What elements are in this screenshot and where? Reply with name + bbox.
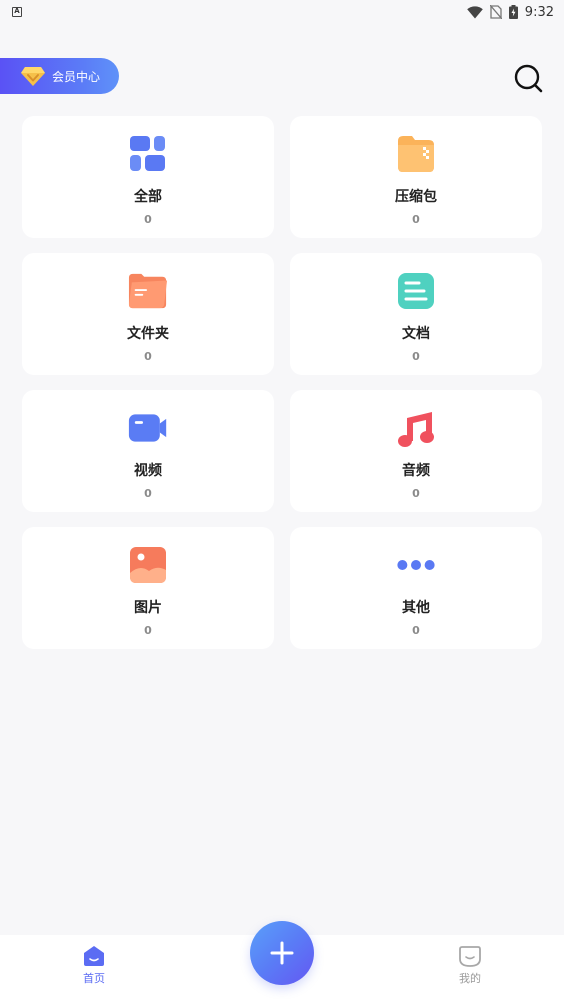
tab-mine-label: 我的 [459,972,481,985]
category-label: 音频 [402,463,430,479]
category-card-all[interactable]: 全部 0 [22,116,274,238]
grid-icon [128,134,168,174]
profile-face-icon [459,946,481,967]
zip-folder-icon [396,134,436,174]
category-card-audio[interactable]: 音频 0 [290,390,542,512]
music-icon [396,408,436,448]
category-card-other[interactable]: 其他 0 [290,527,542,649]
category-count: 0 [412,487,420,500]
no-sim-icon [489,5,502,19]
category-count: 0 [412,624,420,637]
category-count: 0 [144,213,152,226]
category-card-image[interactable]: 图片 0 [22,527,274,649]
category-card-document[interactable]: 文档 0 [290,253,542,375]
search-icon [514,64,543,93]
category-label: 视频 [134,463,162,479]
category-label: 全部 [134,189,162,205]
category-label: 文件夹 [127,326,169,342]
image-icon [128,545,168,585]
category-card-video[interactable]: 视频 0 [22,390,274,512]
more-icon [396,545,436,585]
plus-icon [270,941,294,965]
clock-time: 9:32 [524,4,554,20]
tab-home[interactable]: 首页 [64,945,124,986]
tab-mine[interactable]: 我的 [440,945,500,986]
category-count: 0 [144,350,152,363]
category-label: 图片 [134,600,162,616]
category-card-folder[interactable]: 文件夹 0 [22,253,274,375]
vip-center-button[interactable]: 会员中心 [0,58,119,94]
category-label: 文档 [402,326,430,342]
notification-a-icon: A [12,7,22,17]
category-label: 其他 [402,600,430,616]
category-label: 压缩包 [395,189,437,205]
home-icon [84,946,104,966]
search-button[interactable] [512,62,544,94]
tab-home-label: 首页 [83,972,105,985]
vip-center-label: 会员中心 [52,69,101,84]
category-count: 0 [144,487,152,500]
status-bar: A 9:32 [0,0,564,24]
category-count: 0 [412,350,420,363]
category-count: 0 [412,213,420,226]
video-icon [128,408,168,448]
category-count: 0 [144,624,152,637]
wifi-icon [466,5,483,18]
document-icon [396,271,436,311]
folder-icon [128,271,168,311]
category-grid: 全部 0 压缩包 0 文件夹 0 文档 0 视频 0 音频 0 图片 0 其他 … [22,116,542,649]
battery-charging-icon [508,5,518,19]
category-card-zip[interactable]: 压缩包 0 [290,116,542,238]
add-button[interactable] [250,921,314,985]
diamond-icon [21,67,45,86]
